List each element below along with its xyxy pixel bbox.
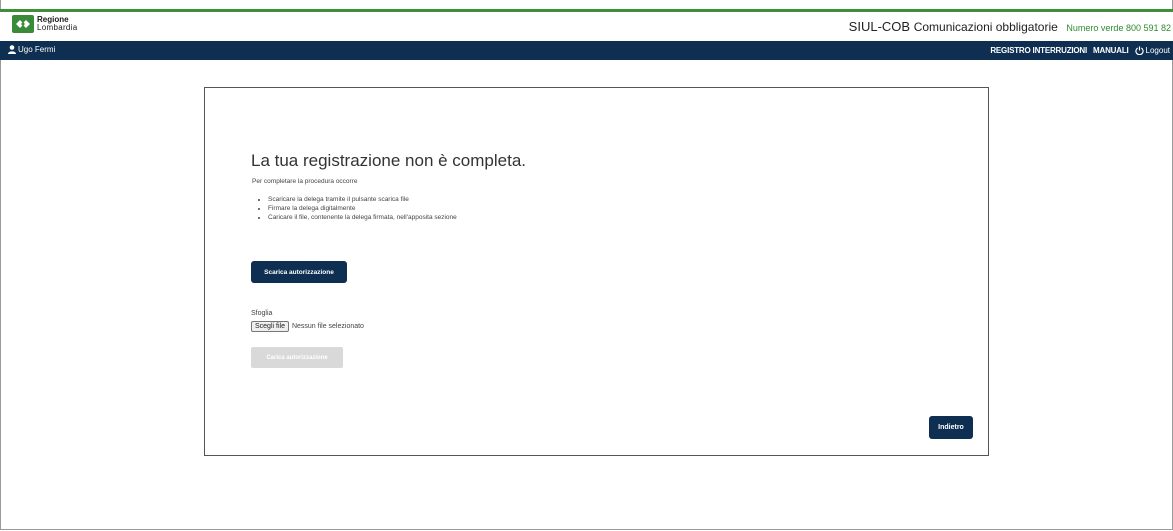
list-item: Caricare il file, contenente la delega f… bbox=[268, 213, 457, 222]
regione-logo-icon bbox=[12, 15, 34, 33]
power-icon bbox=[1134, 46, 1144, 55]
logout-label: Logout bbox=[1145, 46, 1170, 55]
header: Regione Lombardia SIUL-COB Comunicazioni… bbox=[0, 12, 1173, 41]
nav-manuali[interactable]: MANUALI bbox=[1093, 46, 1129, 55]
logo-line2: Lombardia bbox=[37, 23, 78, 32]
list-item: Firmare la delega digitalmente bbox=[268, 204, 457, 213]
app-name: Comunicazioni obbligatorie bbox=[913, 20, 1058, 34]
user-menu[interactable]: Ugo Fermi bbox=[8, 45, 55, 54]
user-icon bbox=[8, 45, 16, 54]
app-brand: SIUL-COB bbox=[848, 19, 911, 34]
nav-registro-interruzioni[interactable]: REGISTRO INTERRUZIONI bbox=[990, 46, 1087, 55]
browse-label: Sfoglia bbox=[251, 310, 273, 317]
no-file-selected-text: Nessun file selezionato bbox=[291, 323, 364, 330]
app-title: SIUL-COB Comunicazioni obbligatorie Nume… bbox=[849, 19, 1171, 34]
toll-free-number: Numero verde 800 591 82 bbox=[1066, 23, 1171, 33]
choose-file-button[interactable]: Scegli file bbox=[251, 321, 289, 332]
registration-panel: La tua registrazione non è completa. Per… bbox=[204, 87, 989, 456]
intro-text: Per completare la procedura occorre bbox=[252, 178, 358, 185]
steps-list: Scaricare la delega tramite il pulsante … bbox=[254, 195, 457, 222]
user-name: Ugo Fermi bbox=[18, 45, 56, 54]
download-authorization-button[interactable]: Scarica autorizzazione bbox=[251, 261, 347, 283]
file-input: Scegli file Nessun file selezionato bbox=[251, 321, 364, 332]
top-navbar: Ugo Fermi REGISTRO INTERRUZIONI MANUALI … bbox=[0, 41, 1173, 60]
upload-authorization-button[interactable]: Carica autorizzazione bbox=[251, 347, 343, 368]
regione-lombardia-logo[interactable]: Regione Lombardia bbox=[12, 15, 78, 33]
list-item: Scaricare la delega tramite il pulsante … bbox=[268, 195, 457, 204]
back-button[interactable]: Indietro bbox=[929, 416, 973, 439]
logout-link[interactable]: Logout bbox=[1134, 46, 1170, 55]
page-title: La tua registrazione non è completa. bbox=[251, 151, 527, 170]
